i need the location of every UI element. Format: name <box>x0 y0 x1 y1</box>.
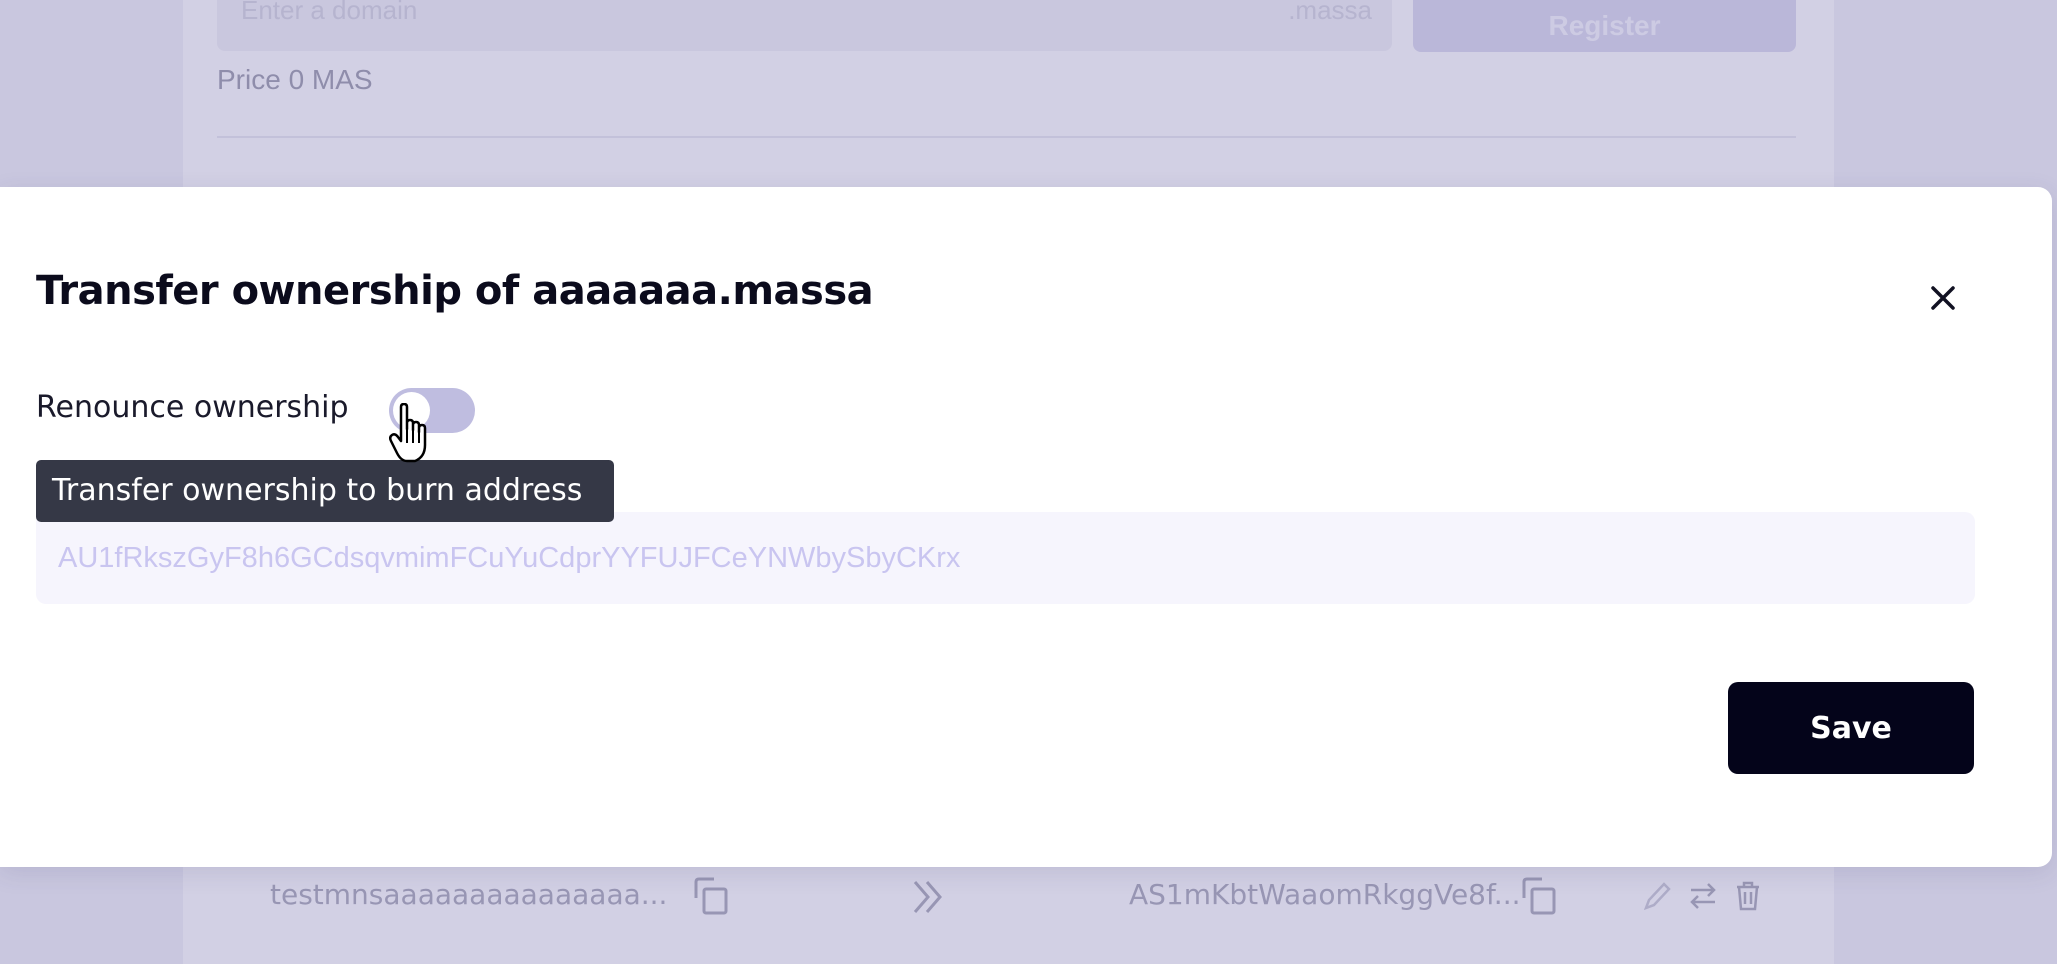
double-chevron-right-icon <box>911 878 945 920</box>
domain-input[interactable]: Enter a domain .massa <box>217 0 1392 51</box>
row-owner-address: AS1mKbtWaaomRkggVe8f... <box>1129 878 1521 911</box>
trash-icon[interactable] <box>1734 880 1762 916</box>
swap-icon[interactable] <box>1688 880 1718 916</box>
copy-icon[interactable] <box>692 876 732 922</box>
copy-icon[interactable] <box>1520 876 1560 922</box>
price-text: Price 0 MAS <box>217 64 373 95</box>
toggle-knob <box>393 392 430 429</box>
table-row: testmnsaaaaaaaaaaaaaaa... AS1mKbtWaaomRk… <box>217 866 1796 932</box>
close-icon <box>1921 286 1965 323</box>
renounce-ownership-label: Renounce ownership <box>36 390 349 425</box>
new-owner-address-input[interactable] <box>36 512 1975 604</box>
close-button[interactable] <box>1921 276 1965 320</box>
domain-input-placeholder: Enter a domain <box>241 0 418 25</box>
save-button[interactable]: Save <box>1728 682 1974 774</box>
modal-title: Transfer ownership of aaaaaaa.massa <box>36 268 874 314</box>
pencil-icon[interactable] <box>1642 880 1672 916</box>
renounce-ownership-toggle[interactable] <box>389 388 475 433</box>
renounce-tooltip: Transfer ownership to burn address <box>36 460 614 522</box>
register-button[interactable]: Register <box>1413 0 1796 52</box>
transfer-ownership-modal: Transfer ownership of aaaaaaa.massa Reno… <box>0 187 2052 867</box>
divider <box>217 136 1796 138</box>
row-domain-name: testmnsaaaaaaaaaaaaaaa... <box>270 878 668 911</box>
domain-suffix: .massa <box>1288 0 1372 25</box>
